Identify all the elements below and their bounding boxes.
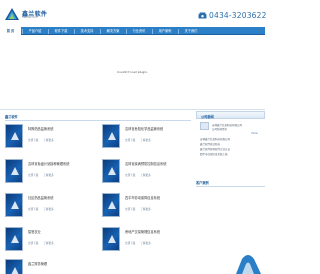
product-detail-link[interactable]: 了解更多 — [43, 242, 53, 245]
product-logo-icon — [11, 201, 19, 209]
main-nav: 首 页 产品介绍 软件下载 技术支持 解决方案 行业资讯 用户案例 关于我们 — [0, 27, 265, 35]
product-detail-link[interactable]: 了解更多 — [43, 208, 53, 211]
product-download-link[interactable]: 立即下载 — [28, 174, 38, 177]
news-thumbnail[interactable] — [200, 122, 209, 130]
product-name[interactable]: 鑫兰财务管理 — [28, 261, 47, 266]
product-links: 立即下载 了解更多 — [28, 138, 59, 142]
product-download-link[interactable]: 立即下载 — [125, 242, 135, 245]
product-logo-icon — [108, 132, 116, 140]
product-card[interactable]: 特殊药品监管系统 立即下载 了解更多 — [5, 124, 97, 150]
product-links: 立即下载 了解更多 — [28, 207, 59, 211]
sidebar-cases-title: 客户案例 — [196, 181, 209, 185]
product-box-image[interactable] — [5, 159, 23, 183]
product-links: 立即下载 了解更多 — [125, 241, 156, 245]
product-logo-icon — [11, 132, 19, 140]
product-download-link[interactable]: 立即下载 — [28, 139, 38, 142]
product-detail-link[interactable]: 了解更多 — [140, 174, 150, 177]
nav-item-home[interactable]: 首 页 — [0, 27, 21, 35]
product-name[interactable]: 吉林省免疫计划接种管理系统 — [28, 161, 69, 166]
products-section-title: 鑫兰软件 — [5, 115, 18, 119]
product-links: 立即下载 了解更多 — [28, 173, 59, 177]
product-name[interactable]: 特殊药品监管系统 — [28, 126, 54, 131]
product-links: 立即下载 了解更多 — [125, 207, 156, 211]
product-links: 立即下载 了解更多 — [28, 241, 59, 245]
news-item[interactable]: 四平市社保信息系统上线 — [200, 152, 228, 156]
product-card[interactable]: 吉林省免疫计划接种管理系统 立即下载 了解更多 — [5, 159, 97, 185]
online-service-badge-icon[interactable] — [232, 251, 265, 274]
product-download-link[interactable]: 立即下载 — [28, 242, 38, 245]
product-card[interactable]: 鑫兰财务管理 — [5, 259, 97, 274]
product-box-image[interactable] — [5, 227, 23, 251]
product-name[interactable]: 四平市劳动保障信息系统 — [125, 195, 160, 200]
product-logo-icon — [11, 167, 19, 175]
nav-item-support[interactable]: 技术支持 — [75, 27, 99, 35]
product-logo-icon — [11, 267, 19, 274]
nav-item-cases[interactable]: 用户案例 — [153, 27, 177, 35]
nav-item-downloads[interactable]: 软件下载 — [49, 27, 73, 35]
banner-plugin-area[interactable]: Couldn't load plugin. — [0, 36, 265, 108]
sidebar-news-title: 公司新闻 — [201, 115, 214, 119]
news-more-link[interactable]: more — [251, 132, 257, 135]
product-box-image[interactable] — [5, 259, 23, 274]
product-name[interactable]: 吉林省危险化学品监管系统 — [125, 126, 163, 131]
product-box-image[interactable] — [102, 193, 120, 217]
product-name[interactable]: 社区药品监管系统 — [28, 195, 54, 200]
product-logo-icon — [108, 167, 116, 175]
product-logo-icon — [108, 201, 116, 209]
product-card[interactable]: 智慧农业 立即下载 了解更多 — [5, 227, 97, 253]
products-section-rule — [5, 120, 191, 121]
product-name[interactable]: 吉林省疾病预防控制信息系统 — [125, 161, 166, 166]
sidebar: 公司新闻 吉林鑫兰信息科技有限公司 公司新闻资讯 more 吉林鑫兰信息科技有限… — [196, 111, 265, 274]
section-divider — [0, 109, 265, 110]
sidebar-news-header: 公司新闻 — [196, 111, 265, 119]
logo-icon[interactable] — [5, 8, 19, 20]
product-download-link[interactable]: 立即下载 — [125, 174, 135, 177]
product-card[interactable]: 房地产交易管理信息系统 立即下载 了解更多 — [102, 227, 194, 253]
product-name[interactable]: 房地产交易管理信息系统 — [125, 229, 160, 234]
product-card[interactable]: 社区药品监管系统 立即下载 了解更多 — [5, 193, 97, 219]
phone-number: 0434-3203622 — [209, 11, 267, 20]
product-download-link[interactable]: 立即下载 — [125, 139, 135, 142]
product-card[interactable]: 四平市劳动保障信息系统 立即下载 了解更多 — [102, 193, 194, 219]
site-logo-subtext: XINLAN SOFT — [22, 16, 39, 19]
product-links: 立即下载 了解更多 — [125, 138, 156, 142]
product-links: 立即下载 了解更多 — [125, 173, 156, 177]
plugin-error-message: Couldn't load plugin. — [116, 70, 149, 74]
product-logo-icon — [11, 235, 19, 243]
product-download-link[interactable]: 立即下载 — [125, 208, 135, 211]
product-box-image[interactable] — [102, 159, 120, 183]
site-header: 鑫兰软件 XINLAN SOFT 0434-3203622 — [0, 0, 267, 26]
product-detail-link[interactable]: 了解更多 — [140, 139, 150, 142]
phone-icon — [198, 12, 207, 19]
product-detail-link[interactable]: 了解更多 — [43, 174, 53, 177]
nav-item-industry-news[interactable]: 行业资讯 — [127, 27, 151, 35]
nav-item-solutions[interactable]: 解决方案 — [101, 27, 125, 35]
product-box-image[interactable] — [5, 193, 23, 217]
product-detail-link[interactable]: 了解更多 — [140, 208, 150, 211]
product-detail-link[interactable]: 了解更多 — [140, 242, 150, 245]
product-logo-icon — [108, 235, 116, 243]
product-name[interactable]: 智慧农业 — [28, 229, 41, 234]
news-item[interactable]: 吉林鑫兰信息科技有限公司 — [200, 137, 230, 141]
news-item[interactable]: 鑫兰软件喜迁新址 — [200, 142, 220, 146]
sidebar-cases-rule — [196, 186, 265, 187]
product-box-image[interactable] — [102, 227, 120, 251]
nav-item-about[interactable]: 关于我们 — [179, 27, 203, 35]
product-detail-link[interactable]: 了解更多 — [43, 139, 53, 142]
nav-item-products[interactable]: 产品介绍 — [23, 27, 47, 35]
product-card[interactable]: 吉林省疾病预防控制信息系统 立即下载 了解更多 — [102, 159, 194, 185]
product-box-image[interactable] — [5, 124, 23, 148]
product-box-image[interactable] — [102, 124, 120, 148]
news-thumb-subcaption: 公司新闻资讯 — [212, 128, 228, 131]
product-download-link[interactable]: 立即下载 — [28, 208, 38, 211]
product-card[interactable]: 吉林省危险化学品监管系统 立即下载 了解更多 — [102, 124, 194, 150]
news-item[interactable]: 鑫兰软件获得软件企业认证 — [200, 147, 230, 151]
